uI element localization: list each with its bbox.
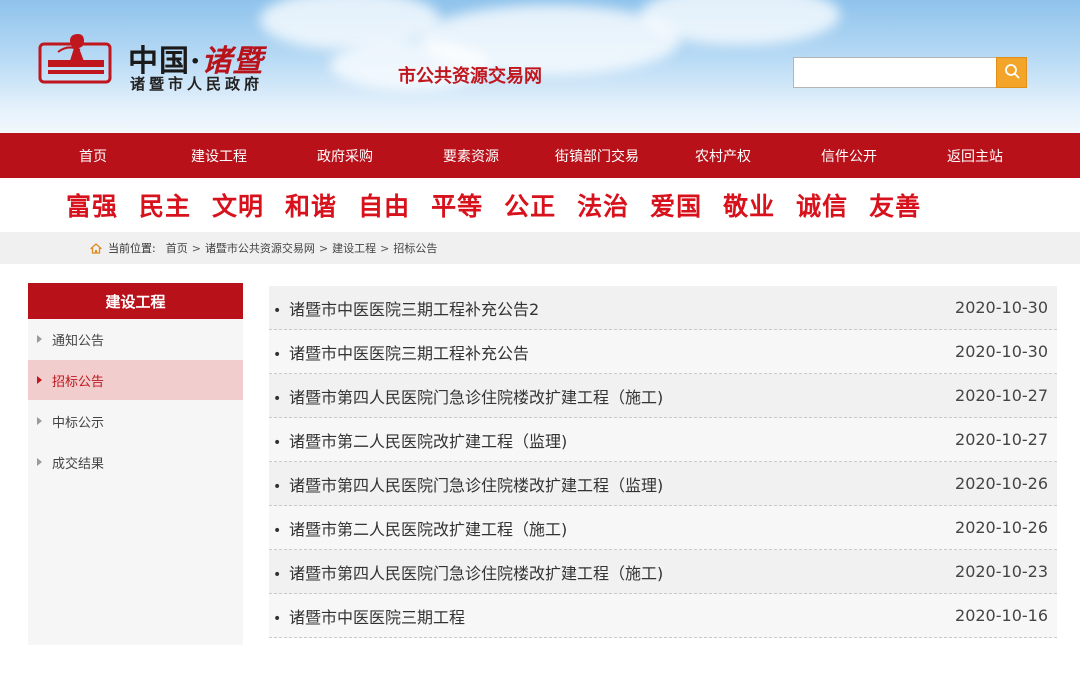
list-item[interactable]: 诸暨市第四人民医院门急诊住院楼改扩建工程（施工) 2020-10-23 [269,550,1057,594]
nav-item-procurement[interactable]: 政府采购 [282,146,408,166]
slogan: 富强 [66,192,119,221]
caret-right-icon [37,458,42,466]
list-item-date: 2020-10-30 [955,342,1048,361]
breadcrumb: 当前位置: 首页 > 诸暨市公共资源交易网 > 建设工程 > 招标公告 [0,232,1080,264]
list-item-title[interactable]: 诸暨市第四人民医院门急诊住院楼改扩建工程（监理) [273,472,663,496]
caret-right-icon [37,335,42,343]
caret-right-icon [37,376,42,384]
sidebar-title: 建设工程 [28,283,243,319]
list-item-title[interactable]: 诸暨市中医医院三期工程补充公告 [273,340,529,364]
slogan: 敬业 [723,192,776,221]
list-item[interactable]: 诸暨市第四人民医院门急诊住院楼改扩建工程（施工) 2020-10-27 [269,374,1057,418]
sidebar-item-label: 招标公告 [52,374,105,390]
search-input[interactable] [793,57,997,88]
breadcrumb-label: 当前位置: [108,242,156,255]
list-item[interactable]: 诸暨市第四人民医院门急诊住院楼改扩建工程（监理) 2020-10-26 [269,462,1057,506]
sidebar-item-deal-results[interactable]: 成交结果 [28,442,243,482]
list-item-title[interactable]: 诸暨市中医医院三期工程 [273,604,465,628]
home-icon [90,242,102,254]
search-icon [1004,63,1020,83]
search-button[interactable] [996,57,1027,88]
list-item-date: 2020-10-26 [955,474,1048,493]
sidebar-item-label: 中标公示 [52,415,105,431]
slogan: 平等 [431,192,484,221]
sidebar-item-notices[interactable]: 通知公告 [28,319,243,359]
sidebar-item-award-publicity[interactable]: 中标公示 [28,401,243,441]
site-header: 中国·诸暨 诸暨市人民政府 市公共资源交易网 [0,0,1080,133]
list-item[interactable]: 诸暨市第二人民医院改扩建工程（监理) 2020-10-27 [269,418,1057,462]
list-item[interactable]: 诸暨市中医医院三期工程补充公告 2020-10-30 [269,330,1057,374]
logo-subtitle: 诸暨市人民政府 [130,75,264,93]
slogan: 友善 [869,192,922,221]
zhuji-logo-icon[interactable] [38,30,116,90]
nav-item-letters[interactable]: 信件公开 [786,146,912,166]
list-item-date: 2020-10-26 [955,518,1048,537]
list-item-date: 2020-10-16 [955,606,1048,625]
slogan: 诚信 [796,192,849,221]
announcement-list: 诸暨市中医医院三期工程补充公告2 2020-10-30 诸暨市中医医院三期工程补… [269,286,1057,638]
slogan: 民主 [139,192,192,221]
list-item-title[interactable]: 诸暨市第二人民医院改扩建工程（施工) [273,516,567,540]
list-item-title[interactable]: 诸暨市第四人民医院门急诊住院楼改扩建工程（施工) [273,384,663,408]
list-item-date: 2020-10-30 [955,298,1048,317]
slogan: 法治 [577,192,630,221]
breadcrumb-construction[interactable]: 建设工程 [332,240,376,256]
list-item[interactable]: 诸暨市中医医院三期工程补充公告2 2020-10-30 [269,286,1057,330]
sidebar-item-label: 成交结果 [52,456,105,472]
main-nav: 首页 建设工程 政府采购 要素资源 街镇部门交易 农村产权 信件公开 返回主站 [0,133,1080,178]
breadcrumb-separator: > [380,241,390,255]
list-item-date: 2020-10-27 [955,430,1048,449]
slogan: 自由 [358,192,411,221]
list-item-date: 2020-10-23 [955,562,1048,581]
nav-item-back-main[interactable]: 返回主站 [912,146,1038,166]
breadcrumb-current[interactable]: 招标公告 [393,240,437,256]
breadcrumb-home[interactable]: 首页 [166,240,188,256]
slogan: 爱国 [650,192,703,221]
slogan: 文明 [212,192,265,221]
nav-item-resources[interactable]: 要素资源 [408,146,534,166]
list-item-title[interactable]: 诸暨市第四人民医院门急诊住院楼改扩建工程（施工) [273,560,663,584]
nav-item-construction[interactable]: 建设工程 [156,146,282,166]
list-item[interactable]: 诸暨市中医医院三期工程 2020-10-16 [269,594,1057,638]
sidebar-item-label: 通知公告 [52,333,105,349]
breadcrumb-separator: > [191,241,201,255]
breadcrumb-site[interactable]: 诸暨市公共资源交易网 [205,240,315,256]
core-values-banner: 富强 民主 文明 和谐 自由 平等 公正 法治 爱国 敬业 诚信 友善 [0,178,1080,232]
slogan: 和谐 [285,192,338,221]
site-name: 市公共资源交易网 [398,66,542,87]
list-item[interactable]: 诸暨市第二人民医院改扩建工程（施工) 2020-10-26 [269,506,1057,550]
breadcrumb-separator: > [318,241,329,255]
nav-item-rural-property[interactable]: 农村产权 [660,146,786,166]
list-item-date: 2020-10-27 [955,386,1048,405]
sidebar-item-tender-notices[interactable]: 招标公告 [28,360,243,400]
list-item-title[interactable]: 诸暨市中医医院三期工程补充公告2 [273,296,539,320]
nav-item-home[interactable]: 首页 [30,146,156,166]
sidebar: 建设工程 通知公告 招标公告 中标公示 成交结果 [28,283,243,645]
slogan: 公正 [504,192,557,221]
list-item-title[interactable]: 诸暨市第二人民医院改扩建工程（监理) [273,428,567,452]
caret-right-icon [37,417,42,425]
nav-item-town-dept[interactable]: 街镇部门交易 [534,146,660,166]
